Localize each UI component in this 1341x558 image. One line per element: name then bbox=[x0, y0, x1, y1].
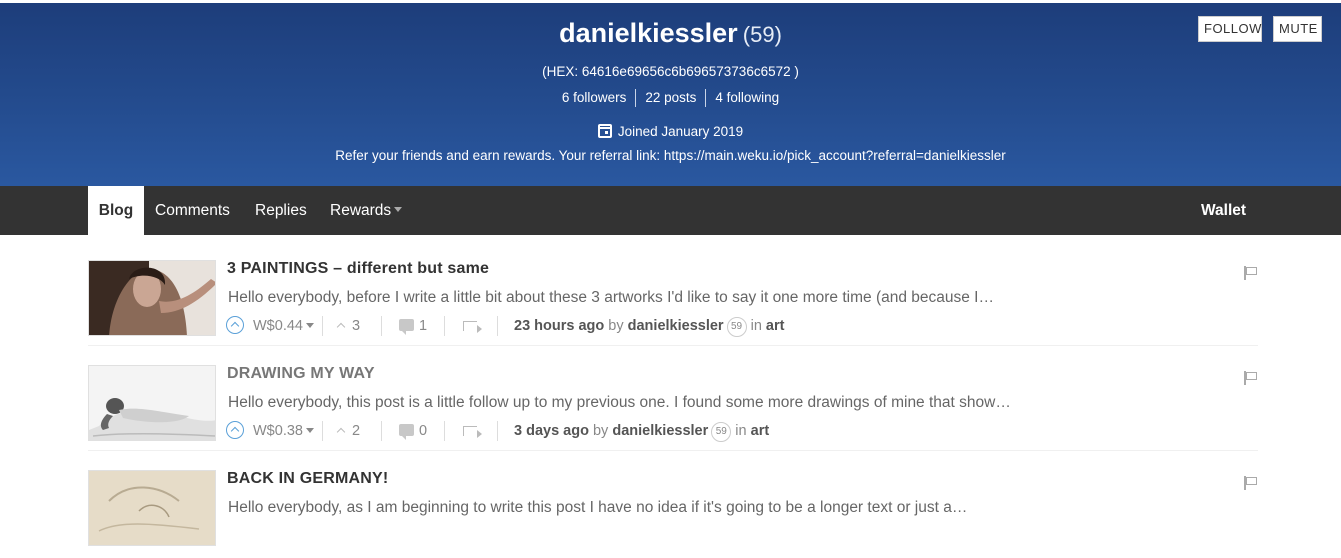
upvote-button[interactable] bbox=[226, 419, 244, 443]
post-item: BACK IN GERMANY! Hello everybody, as I a… bbox=[88, 470, 1258, 558]
post-excerpt[interactable]: Hello everybody, this post is a little f… bbox=[228, 394, 1128, 412]
chevron-up-icon bbox=[336, 427, 346, 437]
votes-count[interactable]: 3 bbox=[336, 314, 361, 338]
payout-value: W$0.38 bbox=[253, 423, 303, 439]
upvote-icon bbox=[226, 316, 244, 334]
post-divider bbox=[88, 450, 1258, 451]
post-item: DRAWING MY WAY Hello everybody, this pos… bbox=[88, 365, 1258, 453]
follow-button[interactable]: FOLLOW bbox=[1198, 16, 1262, 42]
tab-replies[interactable]: Replies bbox=[255, 186, 307, 235]
post-payout[interactable]: W$0.38 bbox=[253, 419, 314, 443]
post-category[interactable]: art bbox=[751, 423, 770, 439]
comment-icon bbox=[399, 319, 414, 335]
meta-divider bbox=[322, 421, 323, 441]
votes-value: 3 bbox=[352, 318, 361, 334]
upvote-button[interactable] bbox=[226, 314, 244, 338]
post-time[interactable]: 3 days ago bbox=[514, 423, 589, 439]
post-title[interactable]: BACK IN GERMANY! bbox=[227, 470, 388, 488]
post-meta: W$0.44 3 1 23 hours ago by danielkiessle… bbox=[226, 314, 1126, 338]
post-item: 3 PAINTINGS – different but same Hello e… bbox=[88, 260, 1258, 348]
followers-link[interactable]: 6 followers bbox=[553, 90, 636, 105]
meta-divider bbox=[497, 316, 498, 336]
post-divider bbox=[88, 345, 1258, 346]
resteem-button[interactable] bbox=[463, 314, 482, 338]
post-meta: W$0.38 2 0 3 days ago by danielkiessler 5… bbox=[226, 419, 1126, 443]
meta-divider bbox=[322, 316, 323, 336]
post-thumbnail[interactable] bbox=[88, 470, 216, 546]
chevron-up-icon bbox=[336, 322, 346, 332]
by-label: by bbox=[608, 318, 624, 334]
post-thumbnail[interactable] bbox=[88, 260, 216, 336]
profile-banner: danielkiessler (59) (HEX: 64616e69656c6b… bbox=[0, 0, 1341, 186]
post-title[interactable]: DRAWING MY WAY bbox=[227, 365, 375, 383]
chevron-down-icon bbox=[305, 428, 314, 433]
meta-divider bbox=[497, 421, 498, 441]
sketch-paper-icon bbox=[89, 471, 215, 545]
comments-count[interactable]: 1 bbox=[399, 314, 427, 338]
profile-navbar: Blog Comments Replies Rewards Wallet bbox=[0, 186, 1341, 235]
meta-divider bbox=[381, 421, 382, 441]
tab-rewards-label: Rewards bbox=[330, 202, 392, 219]
post-author[interactable]: danielkiessler bbox=[612, 423, 708, 439]
banner-top-border bbox=[0, 0, 1341, 3]
votes-value: 2 bbox=[352, 423, 361, 439]
by-label: by bbox=[592, 423, 609, 439]
joined-date: Joined January 2019 bbox=[617, 124, 744, 139]
in-label: in bbox=[735, 423, 747, 439]
posts-count: 22 posts bbox=[645, 89, 697, 105]
author-reputation-badge: 59 bbox=[726, 317, 747, 337]
meta-divider bbox=[444, 316, 445, 336]
resteem-icon bbox=[463, 321, 482, 333]
post-byline: 23 hours ago by danielkiessler 59 in art bbox=[514, 314, 784, 338]
upvote-icon bbox=[226, 421, 244, 439]
flag-icon[interactable] bbox=[1244, 476, 1257, 490]
profile-reputation: (59) bbox=[742, 22, 782, 47]
woman-portrait-painting-icon bbox=[89, 261, 215, 335]
comments-count[interactable]: 0 bbox=[399, 419, 427, 443]
joined-row: Joined January 2019 bbox=[0, 124, 1341, 139]
post-excerpt[interactable]: Hello everybody, as I am beginning to wr… bbox=[228, 499, 1128, 517]
calendar-icon bbox=[597, 124, 612, 138]
resteem-button[interactable] bbox=[463, 419, 482, 443]
comment-icon bbox=[399, 424, 414, 440]
profile-username: danielkiessler bbox=[559, 18, 738, 48]
profile-stats: 6 followers 22 posts 4 following bbox=[0, 89, 1341, 107]
meta-divider bbox=[444, 421, 445, 441]
post-author[interactable]: danielkiessler bbox=[628, 318, 724, 334]
post-time[interactable]: 23 hours ago bbox=[514, 318, 604, 334]
chevron-down-icon bbox=[394, 207, 403, 212]
post-excerpt[interactable]: Hello everybody, before I write a little… bbox=[228, 289, 1128, 307]
comments-value: 1 bbox=[419, 318, 428, 334]
chevron-down-icon bbox=[305, 323, 314, 328]
flag-icon[interactable] bbox=[1244, 266, 1257, 280]
tab-wallet[interactable]: Wallet bbox=[1201, 186, 1246, 235]
resteem-icon bbox=[463, 426, 482, 438]
payout-value: W$0.44 bbox=[253, 318, 303, 334]
tab-comments[interactable]: Comments bbox=[155, 186, 230, 235]
following-link[interactable]: 4 following bbox=[706, 90, 788, 105]
referral-text: Refer your friends and earn rewards. You… bbox=[335, 148, 1006, 163]
post-category[interactable]: art bbox=[766, 318, 785, 334]
mute-button[interactable]: MUTE bbox=[1273, 16, 1322, 42]
votes-count[interactable]: 2 bbox=[336, 419, 361, 443]
profile-hex: (HEX: 64616e69656c6b696573736c6572 ) bbox=[542, 64, 799, 79]
post-payout[interactable]: W$0.44 bbox=[253, 314, 314, 338]
reclining-figure-drawing-icon bbox=[89, 366, 215, 440]
username-row: danielkiessler (59) bbox=[0, 18, 1341, 49]
meta-divider bbox=[381, 316, 382, 336]
tab-blog[interactable]: Blog bbox=[88, 186, 144, 235]
post-byline: 3 days ago by danielkiessler 59 in art bbox=[514, 419, 769, 443]
post-title[interactable]: 3 PAINTINGS – different but same bbox=[227, 260, 489, 278]
tab-rewards[interactable]: Rewards bbox=[330, 186, 403, 235]
flag-icon[interactable] bbox=[1244, 371, 1257, 385]
comments-value: 0 bbox=[419, 423, 428, 439]
author-reputation-badge: 59 bbox=[711, 422, 732, 442]
in-label: in bbox=[750, 318, 762, 334]
post-thumbnail[interactable] bbox=[88, 365, 216, 441]
